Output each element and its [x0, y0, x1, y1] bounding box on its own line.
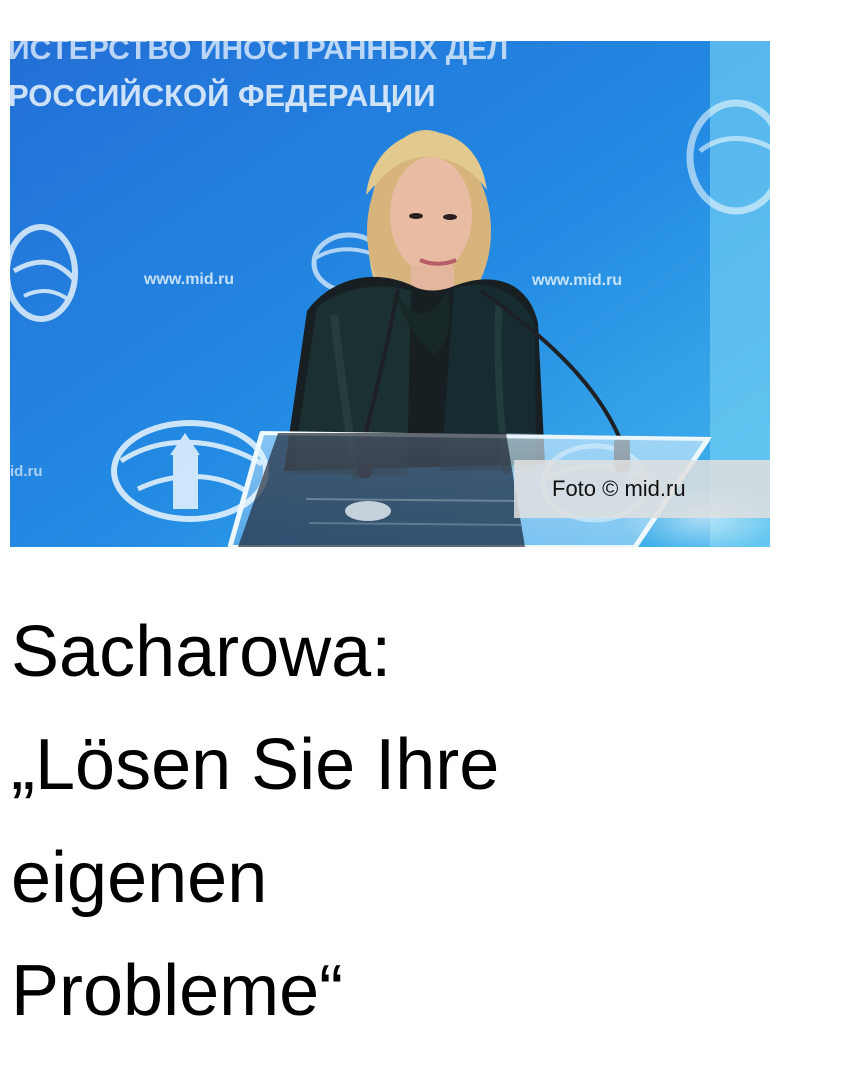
backdrop-ministry-line-1: ИСТЕРСТВО ИНОСТРАННЫХ ДЕЛ [10, 41, 508, 66]
headline-line-3: eigenen [11, 838, 268, 918]
headline-line-2: „Lösen Sie Ihre [11, 725, 500, 805]
article-headline: Sacharowa: „Lösen Sie Ihre eigenen Probl… [11, 596, 811, 1048]
backdrop-website-edge: id.ru [10, 463, 43, 480]
backdrop-ministry-line-2: РОССИЙСКОЙ ФЕДЕРАЦИИ [10, 77, 435, 113]
photo-credit: Foto © mid.ru [514, 460, 770, 518]
article-photo: ИСТЕРСТВО ИНОСТРАННЫХ ДЕЛ РОССИЙСКОЙ ФЕД… [10, 41, 770, 547]
backdrop-website-left: www.mid.ru [143, 271, 234, 288]
headline-line-1: Sacharowa: [11, 612, 392, 692]
headline-line-4: Probleme“ [11, 951, 344, 1031]
backdrop-website-right: www.mid.ru [531, 272, 622, 289]
